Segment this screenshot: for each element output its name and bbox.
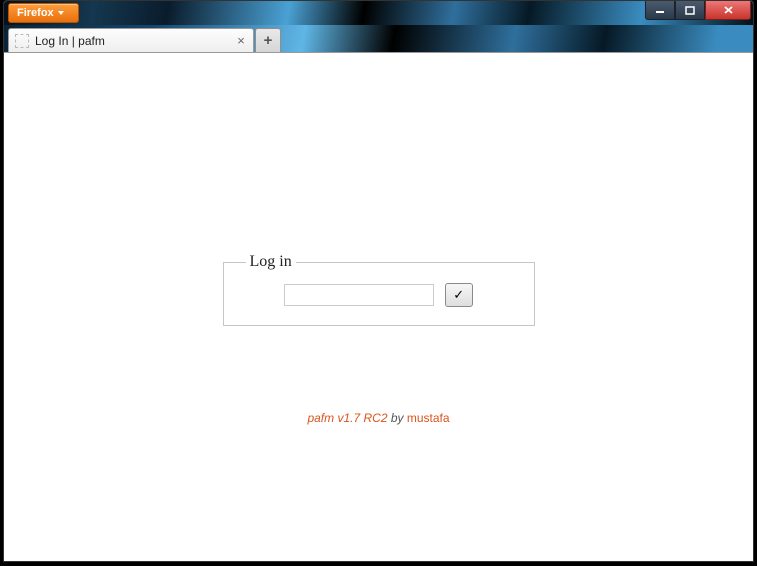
chevron-down-icon bbox=[58, 11, 64, 15]
minimize-button[interactable] bbox=[645, 1, 675, 20]
author-link[interactable]: mustafa bbox=[407, 411, 450, 425]
new-tab-button[interactable]: + bbox=[255, 28, 281, 52]
tab-active[interactable]: Log In | pafm × bbox=[8, 28, 254, 52]
app-version-link[interactable]: pafm v1.7 RC2 bbox=[307, 411, 387, 425]
login-submit-button[interactable]: ✓ bbox=[445, 283, 473, 307]
minimize-icon bbox=[655, 6, 665, 14]
footer-credits: pafm v1.7 RC2 by mustafa bbox=[4, 411, 753, 425]
page-content: Log in ✓ pafm v1.7 RC2 by mustafa bbox=[4, 53, 753, 561]
maximize-icon bbox=[685, 6, 695, 15]
by-text: by bbox=[388, 411, 407, 425]
login-fieldset: Log in ✓ bbox=[223, 253, 535, 326]
browser-window: Firefox Log In | pafm × + Log in bbox=[3, 0, 754, 562]
favicon-placeholder-icon bbox=[15, 34, 29, 48]
window-controls bbox=[645, 1, 751, 20]
password-input[interactable] bbox=[284, 284, 434, 306]
firefox-menu-label: Firefox bbox=[17, 7, 54, 19]
tab-strip: Log In | pafm × + bbox=[4, 25, 753, 53]
check-icon: ✓ bbox=[453, 287, 464, 302]
close-icon bbox=[723, 5, 734, 15]
firefox-menu-button[interactable]: Firefox bbox=[8, 3, 79, 23]
maximize-button[interactable] bbox=[675, 1, 705, 20]
tab-close-button[interactable]: × bbox=[233, 33, 249, 49]
tab-title: Log In | pafm bbox=[35, 34, 233, 48]
login-legend: Log in bbox=[246, 253, 296, 271]
close-window-button[interactable] bbox=[705, 1, 751, 20]
titlebar: Firefox bbox=[4, 1, 753, 25]
